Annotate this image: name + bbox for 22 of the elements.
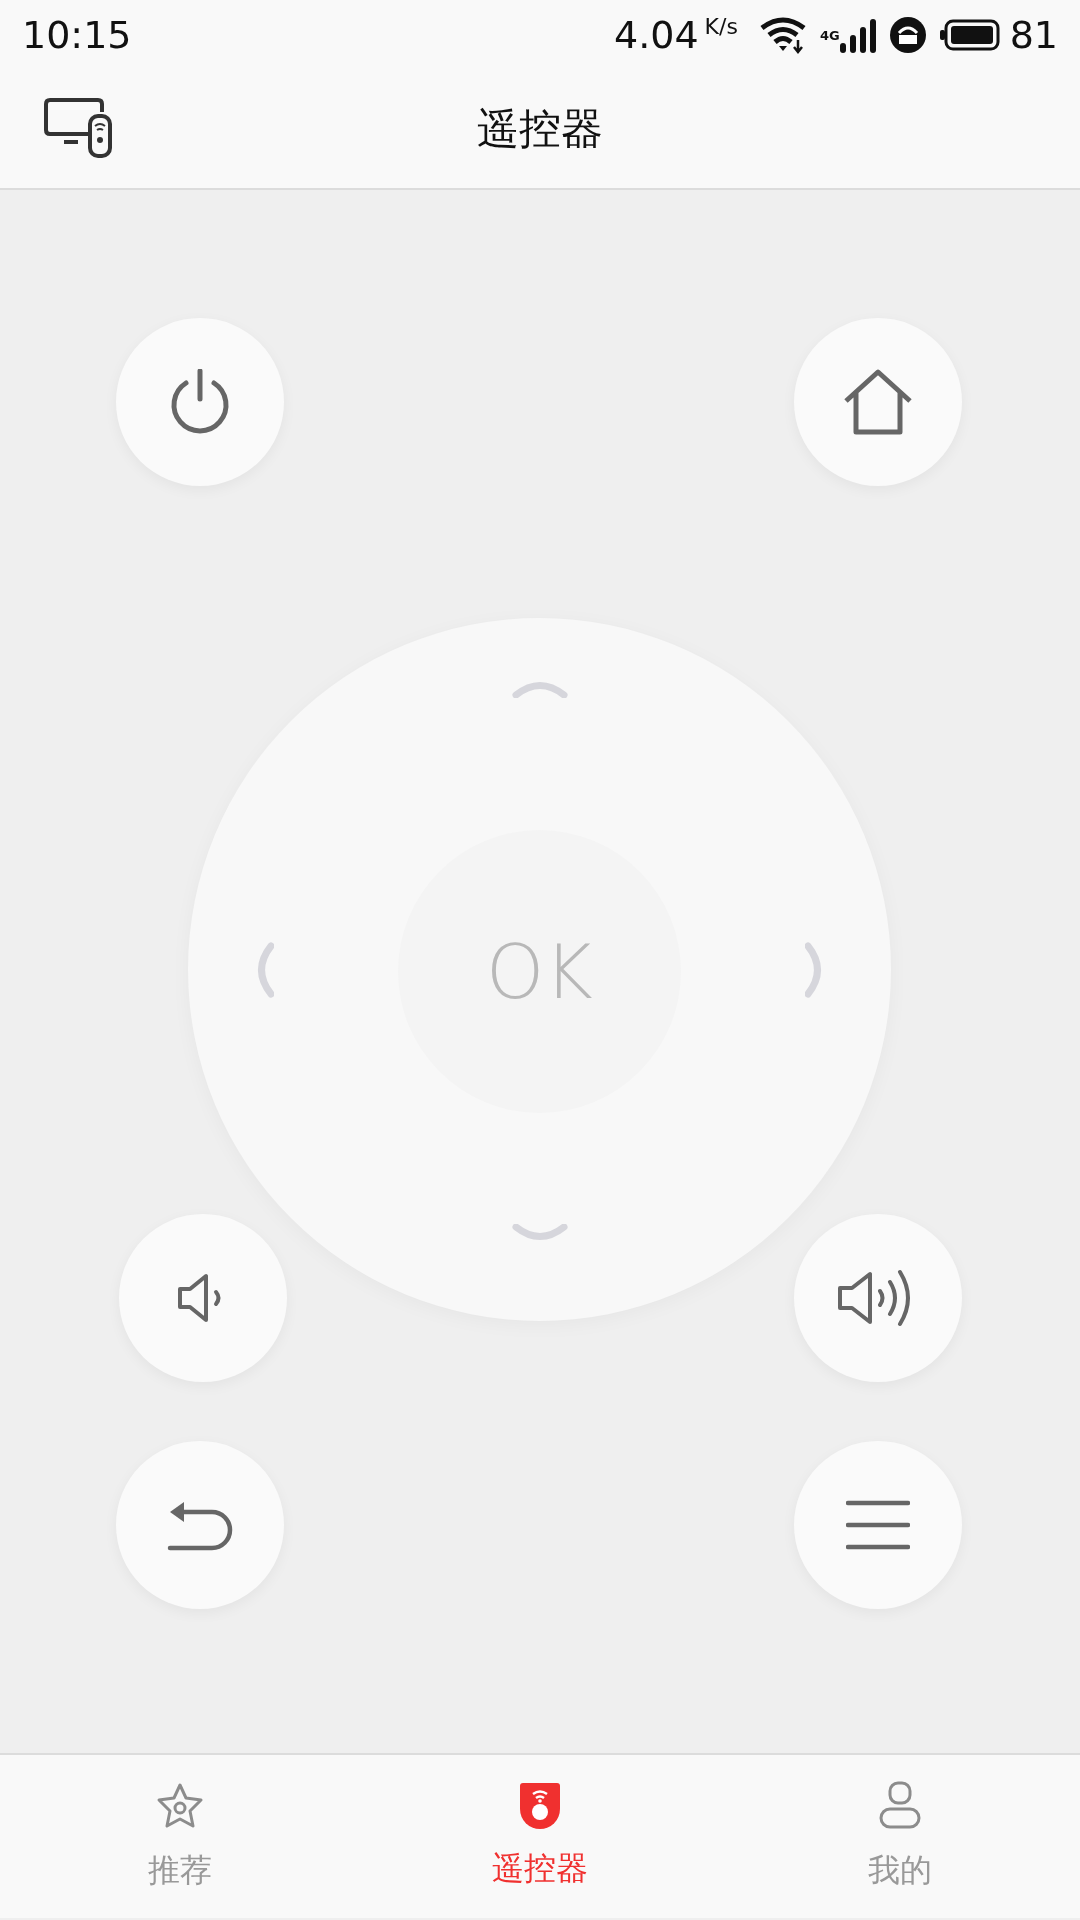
remote-icon bbox=[520, 1782, 560, 1829]
nav-tab[interactable]: 我的 bbox=[720, 1755, 1080, 1918]
battery-icon bbox=[939, 19, 1000, 51]
screen-title: 遥控器 bbox=[477, 103, 603, 155]
wifi-icon bbox=[759, 16, 806, 54]
hd-icon bbox=[889, 17, 926, 53]
network-type: 4G bbox=[819, 27, 840, 43]
menu-icon bbox=[846, 1499, 910, 1551]
down-arc-icon bbox=[512, 1224, 568, 1242]
home-icon bbox=[842, 369, 914, 435]
right-arc-icon bbox=[805, 942, 823, 998]
nav-tab[interactable]: 推荐 bbox=[0, 1755, 360, 1918]
nav-tab[interactable]: 遥控器 bbox=[360, 1755, 720, 1918]
up-arc-icon bbox=[512, 680, 568, 698]
tv-remote-icon[interactable] bbox=[44, 98, 114, 158]
battery-level: 81 bbox=[1009, 13, 1058, 57]
speed-unit: K/s bbox=[704, 14, 738, 39]
signal-icon bbox=[839, 17, 876, 53]
status-time: 10:15 bbox=[22, 13, 132, 57]
person-icon bbox=[879, 1780, 921, 1831]
network-speed: 4.04 bbox=[614, 13, 699, 57]
left-arc-icon bbox=[256, 942, 274, 998]
